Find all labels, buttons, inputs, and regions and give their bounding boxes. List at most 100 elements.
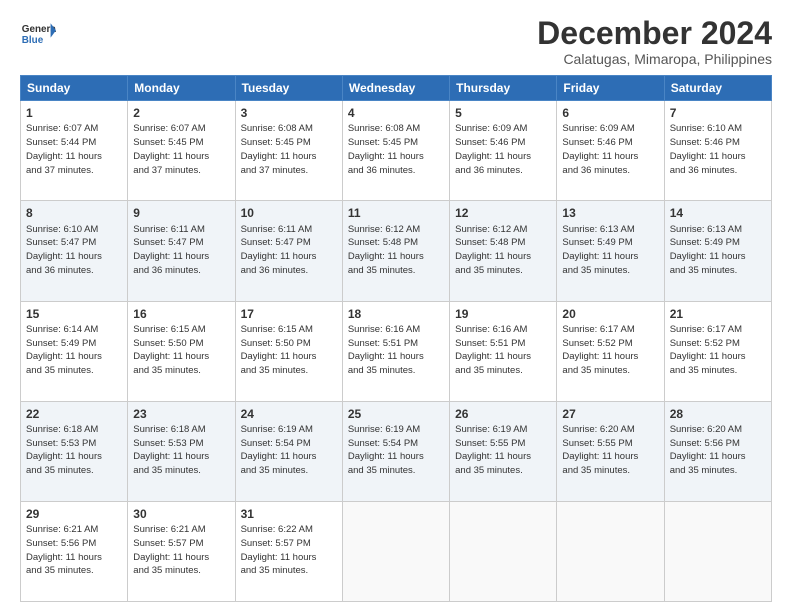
day-number: 19 — [455, 306, 551, 322]
day-number: 5 — [455, 105, 551, 121]
logo-icon: General Blue — [20, 16, 56, 52]
day-info: Sunrise: 6:13 AMSunset: 5:49 PMDaylight:… — [670, 224, 746, 276]
day-number: 26 — [455, 406, 551, 422]
day-number: 4 — [348, 105, 444, 121]
weekday-header: Thursday — [450, 76, 557, 101]
table-row: 23 Sunrise: 6:18 AMSunset: 5:53 PMDayligh… — [128, 401, 235, 501]
day-number: 29 — [26, 506, 122, 522]
day-number: 24 — [241, 406, 337, 422]
day-info: Sunrise: 6:18 AMSunset: 5:53 PMDaylight:… — [26, 424, 102, 476]
day-info: Sunrise: 6:08 AMSunset: 5:45 PMDaylight:… — [348, 123, 424, 175]
day-number: 28 — [670, 406, 766, 422]
table-row — [557, 501, 664, 601]
day-number: 9 — [133, 205, 229, 221]
day-number: 8 — [26, 205, 122, 221]
day-info: Sunrise: 6:09 AMSunset: 5:46 PMDaylight:… — [455, 123, 531, 175]
page: General Blue December 2024 Calatugas, Mi… — [0, 0, 792, 612]
day-number: 1 — [26, 105, 122, 121]
day-info: Sunrise: 6:07 AMSunset: 5:45 PMDaylight:… — [133, 123, 209, 175]
weekday-header: Monday — [128, 76, 235, 101]
day-number: 11 — [348, 205, 444, 221]
day-number: 2 — [133, 105, 229, 121]
table-row — [664, 501, 771, 601]
logo: General Blue — [20, 16, 56, 52]
table-row: 30Sunrise: 6:21 AMSunset: 5:57 PMDayligh… — [128, 501, 235, 601]
day-info: Sunrise: 6:19 AMSunset: 5:55 PMDaylight:… — [455, 424, 531, 476]
day-info: Sunrise: 6:12 AMSunset: 5:48 PMDaylight:… — [455, 224, 531, 276]
table-row — [450, 501, 557, 601]
day-number: 23 — [133, 406, 229, 422]
table-row — [342, 501, 449, 601]
table-row: 19 Sunrise: 6:16 AMSunset: 5:51 PMDayligh… — [450, 301, 557, 401]
day-info: Sunrise: 6:11 AMSunset: 5:47 PMDaylight:… — [241, 224, 317, 276]
table-row: 21 Sunrise: 6:17 AMSunset: 5:52 PMDayligh… — [664, 301, 771, 401]
day-info: Sunrise: 6:15 AMSunset: 5:50 PMDaylight:… — [241, 324, 317, 376]
day-info: Sunrise: 6:20 AMSunset: 5:55 PMDaylight:… — [562, 424, 638, 476]
title-block: December 2024 Calatugas, Mimaropa, Phili… — [537, 16, 772, 67]
day-number: 20 — [562, 306, 658, 322]
day-number: 6 — [562, 105, 658, 121]
day-number: 25 — [348, 406, 444, 422]
table-row: 25 Sunrise: 6:19 AMSunset: 5:54 PMDayligh… — [342, 401, 449, 501]
day-info: Sunrise: 6:19 AMSunset: 5:54 PMDaylight:… — [348, 424, 424, 476]
day-number: 12 — [455, 205, 551, 221]
day-info: Sunrise: 6:16 AMSunset: 5:51 PMDaylight:… — [455, 324, 531, 376]
day-number: 21 — [670, 306, 766, 322]
svg-text:Blue: Blue — [22, 35, 44, 46]
table-row: 24 Sunrise: 6:19 AMSunset: 5:54 PMDayligh… — [235, 401, 342, 501]
day-number: 13 — [562, 205, 658, 221]
day-number: 7 — [670, 105, 766, 121]
day-info: Sunrise: 6:13 AMSunset: 5:49 PMDaylight:… — [562, 224, 638, 276]
table-row: 5 Sunrise: 6:09 AMSunset: 5:46 PMDaylight… — [450, 101, 557, 201]
table-row: 8 Sunrise: 6:10 AMSunset: 5:47 PMDaylight… — [21, 201, 128, 301]
day-info: Sunrise: 6:07 AMSunset: 5:44 PMDaylight:… — [26, 123, 102, 175]
table-row: 10 Sunrise: 6:11 AMSunset: 5:47 PMDayligh… — [235, 201, 342, 301]
day-info: Sunrise: 6:19 AMSunset: 5:54 PMDaylight:… — [241, 424, 317, 476]
day-info: Sunrise: 6:14 AMSunset: 5:49 PMDaylight:… — [26, 324, 102, 376]
table-row: 29 Sunrise: 6:21 AMSunset: 5:56 PMDayligh… — [21, 501, 128, 601]
day-number: 10 — [241, 205, 337, 221]
day-info: Sunrise: 6:20 AMSunset: 5:56 PMDaylight:… — [670, 424, 746, 476]
day-info: Sunrise: 6:17 AMSunset: 5:52 PMDaylight:… — [562, 324, 638, 376]
day-info: Sunrise: 6:21 AMSunset: 5:56 PMDaylight:… — [26, 524, 102, 576]
main-title: December 2024 — [537, 16, 772, 51]
day-info: Sunrise: 6:12 AMSunset: 5:48 PMDaylight:… — [348, 224, 424, 276]
table-row: 16 Sunrise: 6:15 AMSunset: 5:50 PMDayligh… — [128, 301, 235, 401]
day-info: Sunrise: 6:15 AMSunset: 5:50 PMDaylight:… — [133, 324, 209, 376]
calendar-table: SundayMondayTuesdayWednesdayThursdayFrid… — [20, 75, 772, 602]
day-info: Sunrise: 6:21 AMSunset: 5:57 PMDaylight:… — [133, 524, 209, 576]
table-row: 26 Sunrise: 6:19 AMSunset: 5:55 PMDayligh… — [450, 401, 557, 501]
table-row: 1 Sunrise: 6:07 AMSunset: 5:44 PMDaylight… — [21, 101, 128, 201]
table-row: 14Sunrise: 6:13 AMSunset: 5:49 PMDayligh… — [664, 201, 771, 301]
weekday-header: Wednesday — [342, 76, 449, 101]
table-row: 15 Sunrise: 6:14 AMSunset: 5:49 PMDayligh… — [21, 301, 128, 401]
table-row: 27Sunrise: 6:20 AMSunset: 5:55 PMDayligh… — [557, 401, 664, 501]
table-row: 7 Sunrise: 6:10 AMSunset: 5:46 PMDaylight… — [664, 101, 771, 201]
table-row: 20 Sunrise: 6:17 AMSunset: 5:52 PMDayligh… — [557, 301, 664, 401]
day-info: Sunrise: 6:17 AMSunset: 5:52 PMDaylight:… — [670, 324, 746, 376]
table-row: 3 Sunrise: 6:08 AMSunset: 5:45 PMDaylight… — [235, 101, 342, 201]
weekday-header: Sunday — [21, 76, 128, 101]
table-row: 2 Sunrise: 6:07 AMSunset: 5:45 PMDaylight… — [128, 101, 235, 201]
day-number: 17 — [241, 306, 337, 322]
day-number: 15 — [26, 306, 122, 322]
day-info: Sunrise: 6:10 AMSunset: 5:46 PMDaylight:… — [670, 123, 746, 175]
day-info: Sunrise: 6:22 AMSunset: 5:57 PMDaylight:… — [241, 524, 317, 576]
table-row: 4 Sunrise: 6:08 AMSunset: 5:45 PMDaylight… — [342, 101, 449, 201]
table-row: 13 Sunrise: 6:13 AMSunset: 5:49 PMDayligh… — [557, 201, 664, 301]
table-row: 12 Sunrise: 6:12 AMSunset: 5:48 PMDayligh… — [450, 201, 557, 301]
table-row: 31Sunrise: 6:22 AMSunset: 5:57 PMDayligh… — [235, 501, 342, 601]
subtitle: Calatugas, Mimaropa, Philippines — [537, 51, 772, 67]
table-row: 17 Sunrise: 6:15 AMSunset: 5:50 PMDayligh… — [235, 301, 342, 401]
day-info: Sunrise: 6:10 AMSunset: 5:47 PMDaylight:… — [26, 224, 102, 276]
table-row: 6Sunrise: 6:09 AMSunset: 5:46 PMDaylight… — [557, 101, 664, 201]
table-row: 22 Sunrise: 6:18 AMSunset: 5:53 PMDayligh… — [21, 401, 128, 501]
day-number: 3 — [241, 105, 337, 121]
weekday-header: Saturday — [664, 76, 771, 101]
table-row: 11 Sunrise: 6:12 AMSunset: 5:48 PMDayligh… — [342, 201, 449, 301]
day-number: 22 — [26, 406, 122, 422]
day-info: Sunrise: 6:18 AMSunset: 5:53 PMDaylight:… — [133, 424, 209, 476]
day-info: Sunrise: 6:16 AMSunset: 5:51 PMDaylight:… — [348, 324, 424, 376]
day-number: 16 — [133, 306, 229, 322]
day-info: Sunrise: 6:08 AMSunset: 5:45 PMDaylight:… — [241, 123, 317, 175]
